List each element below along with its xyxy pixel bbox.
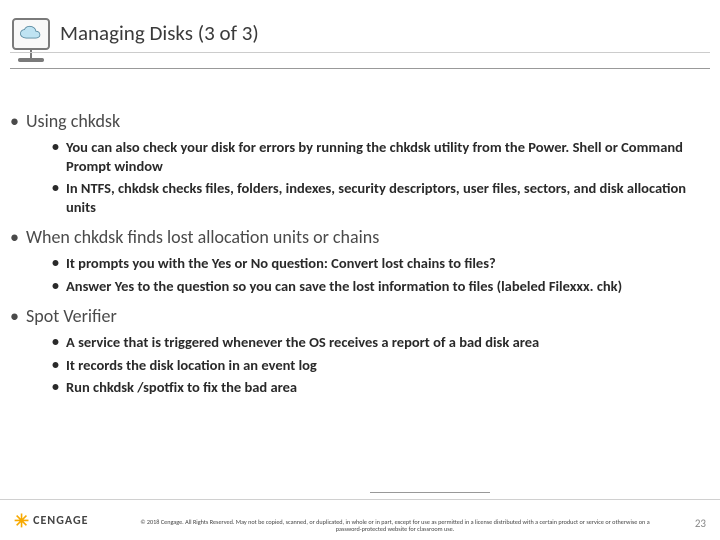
section-heading: Using chkdsk — [10, 110, 710, 132]
slide: Managing Disks (3 of 3) Using chkdsk You… — [0, 0, 720, 540]
brand-name: CENGAGE — [33, 514, 88, 528]
section-heading: When chkdsk finds lost allocation units … — [10, 226, 710, 248]
bullet-list: It prompts you with the Yes or No questi… — [10, 254, 710, 295]
slide-title: Managing Disks (3 of 3) — [60, 20, 259, 46]
divider-top — [10, 52, 710, 53]
bullet-item: Answer Yes to the question so you can sa… — [52, 277, 710, 296]
bullet-item: It records the disk location in an event… — [52, 356, 710, 375]
bullet-item: You can also check your disk for errors … — [52, 138, 710, 175]
cloud-monitor-icon — [12, 18, 50, 62]
bullet-item: In NTFS, chkdsk checks files, folders, i… — [52, 179, 710, 216]
page-number: 23 — [695, 517, 706, 530]
bullet-item: A service that is triggered whenever the… — [52, 333, 710, 352]
footer: ✳ CENGAGE © 2018 Cengage. All Rights Res… — [0, 499, 720, 540]
section-heading: Spot Verifier — [10, 305, 710, 327]
asterisk-icon: ✳ — [14, 512, 29, 530]
cloud-icon — [18, 25, 44, 43]
copyright-text: © 2018 Cengage. All Rights Reserved. May… — [130, 519, 660, 535]
slide-body: Using chkdsk You can also check your dis… — [10, 110, 710, 407]
title-row: Managing Disks (3 of 3) — [12, 18, 708, 60]
bullet-list: You can also check your disk for errors … — [10, 138, 710, 216]
bullet-item: Run chkdsk /spotfix to fix the bad area — [52, 378, 710, 397]
divider-bottom — [10, 68, 710, 69]
brand-logo: ✳ CENGAGE — [14, 512, 88, 530]
bullet-list: A service that is triggered whenever the… — [10, 333, 710, 397]
bullet-item: It prompts you with the Yes or No questi… — [52, 254, 710, 273]
